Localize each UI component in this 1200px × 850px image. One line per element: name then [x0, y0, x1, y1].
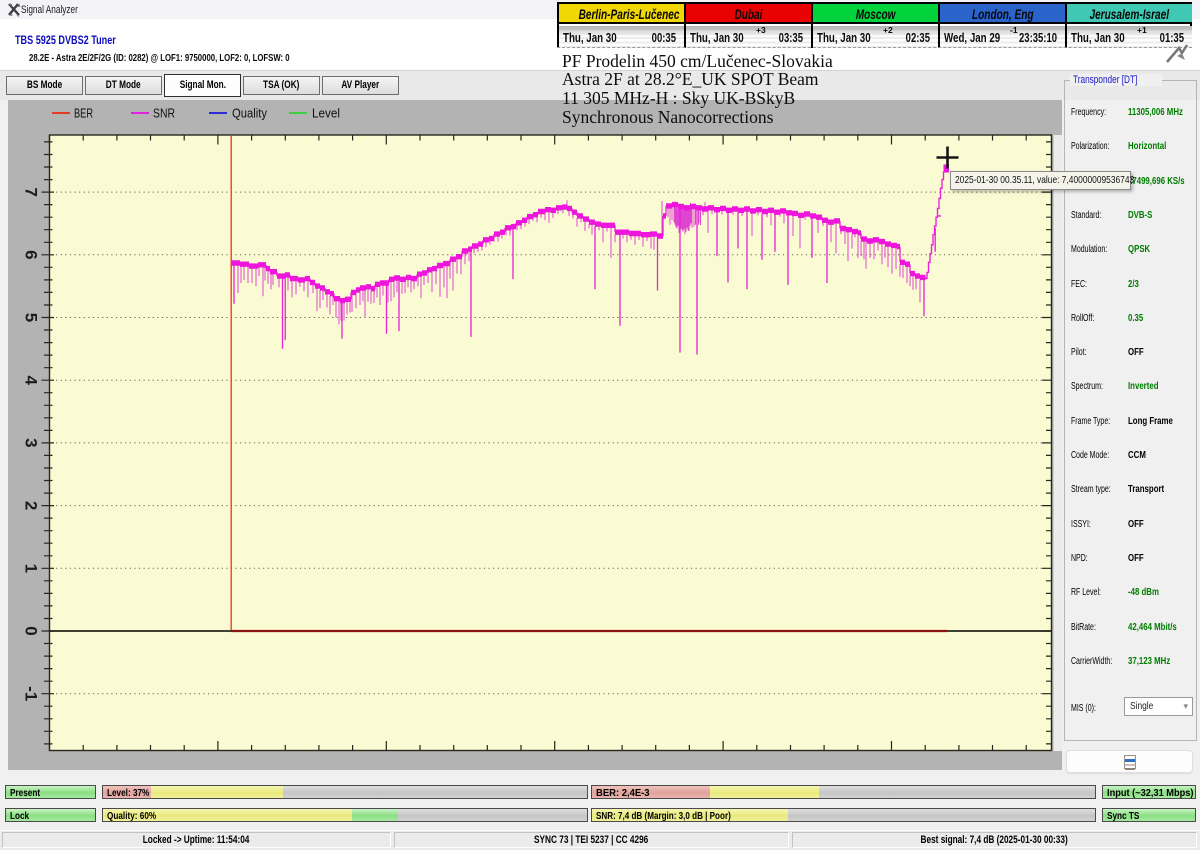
svg-text:SNR: SNR: [153, 106, 175, 121]
svg-text:7: 7: [22, 187, 41, 196]
svg-text:0: 0: [22, 626, 41, 635]
svg-text:2: 2: [22, 501, 41, 510]
svg-text:6: 6: [22, 250, 41, 259]
svg-text:4: 4: [22, 375, 41, 385]
svg-text:Quality: Quality: [232, 106, 268, 121]
svg-text:BER: BER: [74, 106, 93, 121]
svg-text:5: 5: [22, 313, 41, 322]
svg-text:Level: Level: [312, 106, 340, 121]
svg-text:1: 1: [22, 564, 41, 573]
svg-text:-1: -1: [22, 686, 41, 701]
svg-text:3: 3: [22, 438, 41, 447]
